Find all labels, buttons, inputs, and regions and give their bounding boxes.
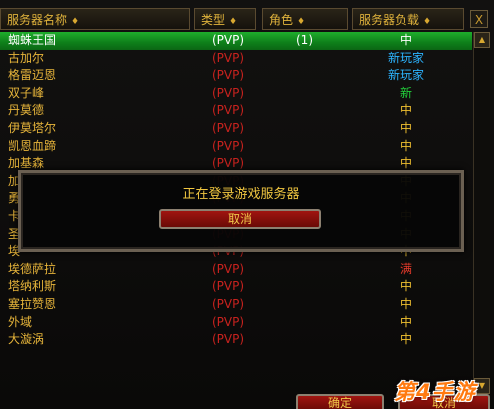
realm-name: 埃德萨拉 <box>8 261 57 276</box>
realm-row[interactable]: 格雷迈恩 (PVP) 新玩家 <box>0 67 472 85</box>
realm-load: 中 <box>399 314 412 329</box>
close-icon[interactable]: X <box>470 10 488 28</box>
sort-arrow-icon: ♦ <box>229 17 238 27</box>
realm-list-window: 服务器名称 ♦ 类型 ♦ 角色 ♦ 服务器负载 ♦ X 蜘蛛王国 (PVP) (1) 中古加尔… <box>0 0 494 409</box>
realm-name: 蜘蛛王国 <box>8 33 57 47</box>
realm-load: 中 <box>399 279 412 294</box>
realm-row[interactable]: 埃德萨拉 (PVP) 满 <box>0 261 472 279</box>
realm-name: 伊莫塔尔 <box>8 120 57 135</box>
realm-type: (PVP) <box>212 68 245 83</box>
realm-name: 大漩涡 <box>8 332 45 347</box>
realm-row[interactable]: 丹莫德 (PVP) 中 <box>0 102 472 120</box>
realm-load: 中 <box>399 120 412 135</box>
realm-name: 古加尔 <box>8 50 45 65</box>
realm-type: (PVP) <box>212 85 245 100</box>
realm-name: 丹莫德 <box>8 103 45 118</box>
realm-type: (PVP) <box>212 279 245 294</box>
scrollbar[interactable]: ▲ ▼ <box>473 32 490 394</box>
realm-type: (PVP) <box>212 120 245 135</box>
realm-load: 中 <box>399 296 412 311</box>
realm-load: 新 <box>399 85 412 100</box>
realm-row[interactable]: 塞拉赞恩 (PVP) 中 <box>0 296 472 314</box>
realm-type: (PVP) <box>212 138 245 153</box>
connecting-dialog: 正在登录游戏服务器 取消 <box>18 170 464 252</box>
realm-type: (PVP) <box>212 33 245 47</box>
sort-arrow-icon: ♦ <box>297 17 306 27</box>
realm-row[interactable]: 伊莫塔尔 (PVP) 中 <box>0 120 472 138</box>
dialog-title: 正在登录游戏服务器 <box>182 187 300 202</box>
realm-name: 格雷迈恩 <box>8 68 57 83</box>
col-header-load[interactable]: 服务器负载 ♦ <box>352 8 464 30</box>
realm-row[interactable]: 凯恩血蹄 (PVP) 中 <box>0 138 472 156</box>
realm-name: 双子峰 <box>8 85 45 100</box>
realm-load: 新玩家 <box>387 68 424 83</box>
realm-type: (PVP) <box>212 314 245 329</box>
realm-row[interactable]: 蜘蛛王国 (PVP) (1) 中 <box>0 32 472 50</box>
realm-name: 凯恩血蹄 <box>8 138 57 153</box>
col-header-type[interactable]: 类型 ♦ <box>194 8 256 30</box>
realm-name: 塔纳利斯 <box>8 279 57 294</box>
col-header-character[interactable]: 角色 ♦ <box>262 8 348 30</box>
scroll-up-icon[interactable]: ▲ <box>474 32 490 48</box>
realm-load: 中 <box>399 332 412 347</box>
realm-name: 外域 <box>8 314 33 329</box>
realm-row[interactable]: 大漩涡 (PVP) 中 <box>0 331 472 349</box>
realm-row[interactable]: 塔纳利斯 (PVP) 中 <box>0 278 472 296</box>
watermark-logo: 第4手游 <box>388 374 492 406</box>
realm-load: 中 <box>399 33 412 47</box>
sort-arrow-icon: ♦ <box>71 17 80 27</box>
ok-button[interactable]: 确定 <box>296 394 384 409</box>
realm-load: 新玩家 <box>387 50 424 65</box>
realm-type: (PVP) <box>212 332 245 347</box>
dialog-cancel-button[interactable]: 取消 <box>159 209 321 229</box>
realm-row[interactable]: 双子峰 (PVP) 新 <box>0 85 472 103</box>
realm-row[interactable]: 古加尔 (PVP) 新玩家 <box>0 50 472 68</box>
realm-characters: (1) <box>296 33 313 47</box>
realm-name: 塞拉赞恩 <box>8 296 57 311</box>
realm-type: (PVP) <box>212 50 245 65</box>
column-header-bar: 服务器名称 ♦ 类型 ♦ 角色 ♦ 服务器负载 ♦ <box>0 8 470 32</box>
realm-load: 中 <box>399 103 412 118</box>
realm-type: (PVP) <box>212 296 245 311</box>
sort-arrow-icon: ♦ <box>423 17 432 27</box>
realm-load: 满 <box>399 261 412 276</box>
realm-row[interactable]: 外域 (PVP) 中 <box>0 314 472 332</box>
realm-type: (PVP) <box>212 103 245 118</box>
realm-type: (PVP) <box>212 261 245 276</box>
realm-load: 中 <box>399 138 412 153</box>
col-header-name[interactable]: 服务器名称 ♦ <box>0 8 190 30</box>
watermark-text: 第4手游 <box>394 380 476 404</box>
